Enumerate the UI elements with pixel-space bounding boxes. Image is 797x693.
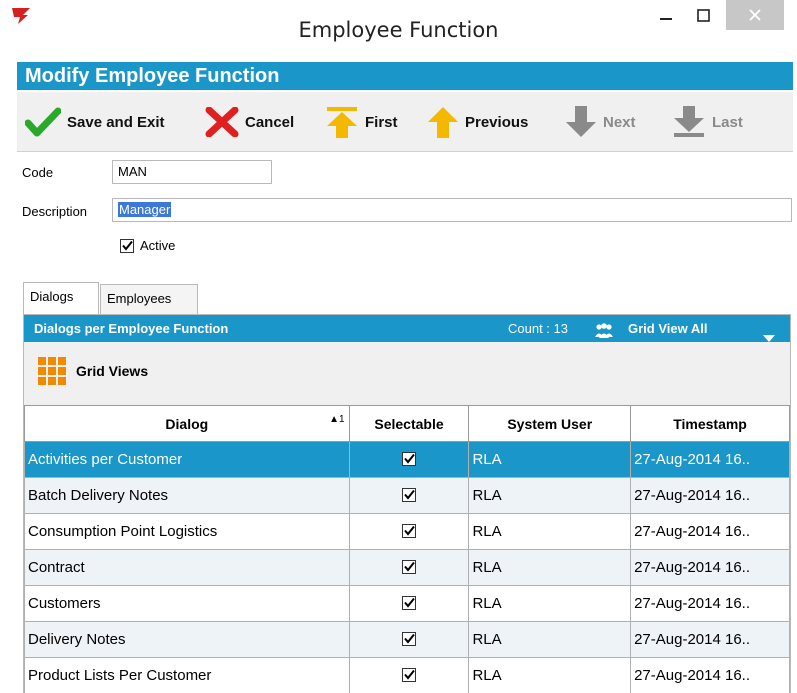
table-row[interactable]: Product Lists Per Customer RLA 27-Aug-2014… — [24, 657, 790, 693]
cell-selectable[interactable] — [348, 621, 470, 658]
cell-system-user[interactable]: RLA — [468, 441, 632, 478]
cancel-button[interactable]: Cancel — [205, 106, 294, 138]
table-row[interactable]: Customers RLA 27-Aug-2014 16.. — [24, 585, 790, 622]
minimize-button[interactable] — [648, 0, 684, 30]
cell-selectable[interactable] — [348, 477, 470, 514]
code-label: Code — [22, 165, 54, 180]
cell-timestamp[interactable]: 27-Aug-2014 16.. — [630, 549, 790, 586]
cell-dialog[interactable]: Contract — [24, 549, 350, 586]
arrow-up-icon — [428, 107, 458, 138]
save-and-exit-button[interactable]: Save and Exit — [25, 106, 165, 138]
cell-dialog[interactable]: Delivery Notes — [24, 621, 350, 658]
active-label: Active — [140, 238, 176, 253]
tab-dialogs[interactable]: Dialogs — [23, 282, 99, 314]
checkbox-checked-icon[interactable] — [402, 667, 417, 682]
chevron-down-icon[interactable] — [762, 325, 776, 352]
cell-system-user[interactable]: RLA — [468, 549, 632, 586]
first-label: First — [365, 113, 398, 131]
count-text: Count : 13 — [508, 321, 568, 336]
code-field[interactable]: MAN — [112, 160, 272, 184]
close-icon — [749, 9, 761, 21]
cell-selectable[interactable] — [348, 657, 470, 693]
table-row[interactable]: Contract RLA 27-Aug-2014 16.. — [24, 549, 790, 586]
checkbox-checked-icon[interactable] — [402, 595, 417, 610]
cell-timestamp[interactable]: 27-Aug-2014 16.. — [630, 657, 790, 693]
arrow-last-icon — [674, 106, 704, 137]
description-label: Description — [22, 204, 88, 219]
cell-timestamp[interactable]: 27-Aug-2014 16.. — [630, 513, 790, 550]
users-group-icon — [594, 321, 614, 348]
toolbar: Save and Exit Cancel First Previous Next… — [17, 92, 793, 152]
cell-dialog[interactable]: Product Lists Per Customer — [24, 657, 350, 693]
title-bar: Employee Function — [0, 0, 797, 62]
column-header-system-user[interactable]: System User — [468, 405, 632, 442]
panel-title: Dialogs per Employee Function — [34, 321, 229, 336]
checkbox-checked-icon[interactable] — [402, 559, 417, 574]
grid-views-label: Grid Views — [76, 363, 149, 379]
arrow-first-icon — [327, 107, 357, 138]
table-row[interactable]: Batch Delivery Notes RLA 27-Aug-2014 16.. — [24, 477, 790, 514]
checkbox-checked-icon[interactable] — [402, 451, 417, 466]
form-header: Modify Employee Function — [17, 62, 793, 90]
cell-selectable[interactable] — [348, 513, 470, 550]
close-button[interactable] — [726, 0, 784, 30]
cell-dialog[interactable]: Customers — [24, 585, 350, 622]
cell-timestamp[interactable]: 27-Aug-2014 16.. — [630, 477, 790, 514]
cancel-label: Cancel — [245, 113, 295, 131]
cell-selectable[interactable] — [348, 441, 470, 478]
description-selected-text: Manager — [118, 202, 172, 217]
tab-employees[interactable]: Employees — [100, 284, 198, 314]
cell-dialog[interactable]: Activities per Customer — [24, 441, 350, 478]
cell-dialog[interactable]: Consumption Point Logistics — [24, 513, 350, 550]
checkbox-checked-icon — [120, 238, 134, 253]
next-label: Next — [603, 113, 636, 131]
last-label: Last — [712, 113, 743, 131]
maximize-button[interactable] — [684, 0, 722, 30]
column-header-timestamp[interactable]: Timestamp — [630, 405, 790, 442]
panel-header: Dialogs per Employee Function Count : 13… — [24, 315, 790, 342]
previous-label: Previous — [465, 113, 529, 131]
cell-system-user[interactable]: RLA — [468, 621, 632, 658]
column-header-selectable[interactable]: Selectable — [348, 405, 470, 442]
previous-button[interactable]: Previous — [427, 106, 528, 138]
checkmark-icon — [25, 107, 61, 137]
table-header-row: Dialog ▲1 Selectable System User Timesta… — [24, 405, 790, 442]
first-button[interactable]: First — [325, 106, 398, 138]
grid-view-all-dropdown[interactable]: Grid View All — [628, 315, 707, 342]
cell-timestamp[interactable]: 27-Aug-2014 16.. — [630, 585, 790, 622]
dialogs-table: Dialog ▲1 Selectable System User Timesta… — [24, 405, 790, 693]
table-row[interactable]: Consumption Point Logistics RLA 27-Aug-201… — [24, 513, 790, 550]
sort-ascending-icon: ▲1 — [329, 414, 345, 425]
cell-timestamp[interactable]: 27-Aug-2014 16.. — [630, 621, 790, 658]
checkbox-checked-icon[interactable] — [402, 487, 417, 502]
cell-dialog[interactable]: Batch Delivery Notes — [24, 477, 350, 514]
grid-icon — [38, 357, 66, 385]
description-field[interactable]: Manager — [112, 198, 792, 222]
cell-system-user[interactable]: RLA — [468, 585, 632, 622]
dialogs-panel: Dialogs per Employee Function Count : 13… — [23, 314, 791, 693]
table-row[interactable]: Delivery Notes RLA 27-Aug-2014 16.. — [24, 621, 790, 658]
cell-system-user[interactable]: RLA — [468, 477, 632, 514]
cell-selectable[interactable] — [348, 585, 470, 622]
cell-system-user[interactable]: RLA — [468, 513, 632, 550]
cancel-x-icon — [205, 107, 239, 137]
checkbox-checked-icon[interactable] — [402, 523, 417, 538]
next-button[interactable]: Next — [565, 106, 636, 138]
column-header-dialog[interactable]: Dialog ▲1 — [24, 405, 350, 442]
arrow-down-icon — [566, 106, 596, 137]
checkbox-checked-icon[interactable] — [402, 631, 417, 646]
cell-system-user[interactable]: RLA — [468, 657, 632, 693]
last-button[interactable]: Last — [672, 106, 743, 138]
cell-selectable[interactable] — [348, 549, 470, 586]
cell-timestamp[interactable]: 27-Aug-2014 16.. — [630, 441, 790, 478]
save-and-exit-label: Save and Exit — [67, 113, 165, 131]
table-row[interactable]: Activities per Customer RLA 27-Aug-2014 16… — [24, 441, 790, 478]
active-checkbox[interactable]: Active — [120, 238, 175, 253]
grid-views-button[interactable]: Grid Views — [38, 357, 148, 385]
